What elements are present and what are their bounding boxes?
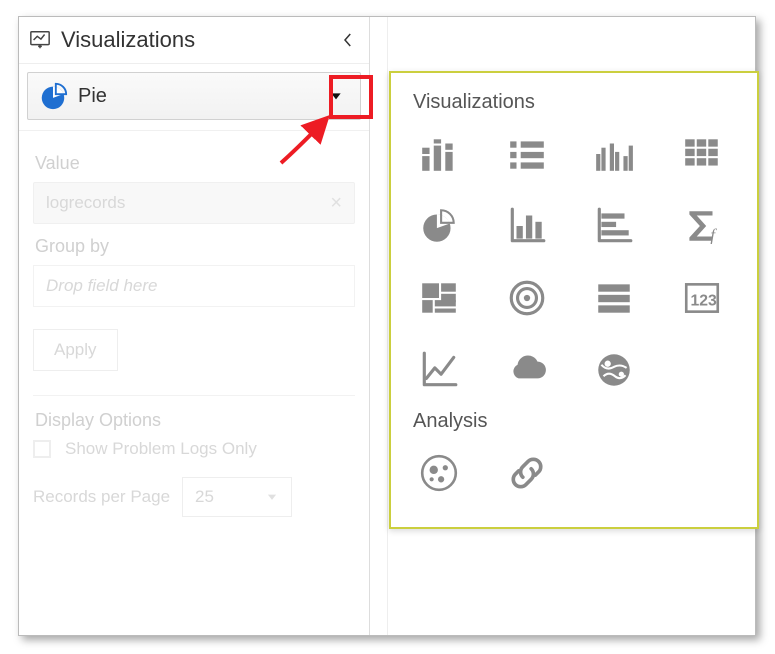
clear-value-icon[interactable]: ×: [330, 192, 342, 215]
group-by-label: Group by: [35, 236, 353, 257]
visualization-selector-label: Pie: [78, 85, 316, 108]
apply-button-label: Apply: [54, 340, 97, 360]
rows-icon[interactable]: [592, 276, 636, 320]
form-area: Value logrecords × Group by Drop field h…: [19, 130, 369, 527]
link-icon[interactable]: [505, 451, 549, 495]
records-per-page-row: Records per Page 25: [33, 477, 355, 517]
grid-icon[interactable]: [680, 132, 724, 176]
pie-icon: [38, 81, 68, 111]
target-icon[interactable]: [505, 276, 549, 320]
bubble-icon[interactable]: [417, 451, 461, 495]
display-options-title: Display Options: [35, 410, 353, 431]
popover-analysis-title: Analysis: [413, 410, 739, 433]
records-per-page-value: 25: [195, 487, 214, 507]
bar-horizontal-icon[interactable]: [592, 204, 636, 248]
svg-text:f: f: [710, 226, 717, 245]
pie-icon[interactable]: [417, 204, 461, 248]
treemap-icon[interactable]: [417, 276, 461, 320]
visualization-selector[interactable]: Pie: [27, 72, 361, 120]
window-frame: Visualizations Pie: [18, 16, 756, 636]
analysis-grid: [409, 447, 739, 505]
popover-visualizations-title: Visualizations: [413, 91, 739, 114]
number-icon[interactable]: 123: [680, 276, 724, 320]
caret-down-icon: [265, 490, 279, 504]
list-icon[interactable]: [505, 132, 549, 176]
value-chip-text: logrecords: [46, 193, 125, 213]
group-by-placeholder: Drop field here: [46, 276, 158, 296]
cloud-icon[interactable]: [505, 348, 549, 392]
panel-header: Visualizations: [19, 17, 369, 64]
divider: [33, 395, 355, 396]
visualization-popover: Visualizations: [389, 71, 759, 529]
group-by-dropzone[interactable]: Drop field here: [33, 265, 355, 307]
svg-text:123: 123: [690, 292, 717, 309]
collapse-panel-button[interactable]: [337, 29, 359, 51]
show-problem-logs-label: Show Problem Logs Only: [65, 439, 257, 459]
value-label: Value: [35, 153, 353, 174]
stage: Visualizations Pie: [0, 0, 775, 654]
visualizations-grid: f: [409, 128, 739, 402]
bar-vertical-icon[interactable]: [505, 204, 549, 248]
value-chip[interactable]: logrecords ×: [33, 182, 355, 224]
globe-icon[interactable]: [592, 348, 636, 392]
visualizations-panel: Visualizations Pie: [19, 17, 370, 635]
show-problem-logs-row[interactable]: Show Problem Logs Only: [33, 439, 355, 459]
panel-title: Visualizations: [61, 27, 337, 53]
visualizations-panel-icon: [29, 29, 51, 51]
checkbox-icon[interactable]: [33, 440, 51, 458]
bar-stacked-icon[interactable]: [417, 132, 461, 176]
apply-button[interactable]: Apply: [33, 329, 118, 371]
records-per-page-label: Records per Page: [33, 487, 170, 507]
records-per-page-select[interactable]: 25: [182, 477, 292, 517]
line-icon[interactable]: [417, 348, 461, 392]
bar-clustered-icon[interactable]: [592, 132, 636, 176]
sigma-icon[interactable]: f: [680, 204, 724, 248]
caret-down-icon: [316, 76, 356, 116]
